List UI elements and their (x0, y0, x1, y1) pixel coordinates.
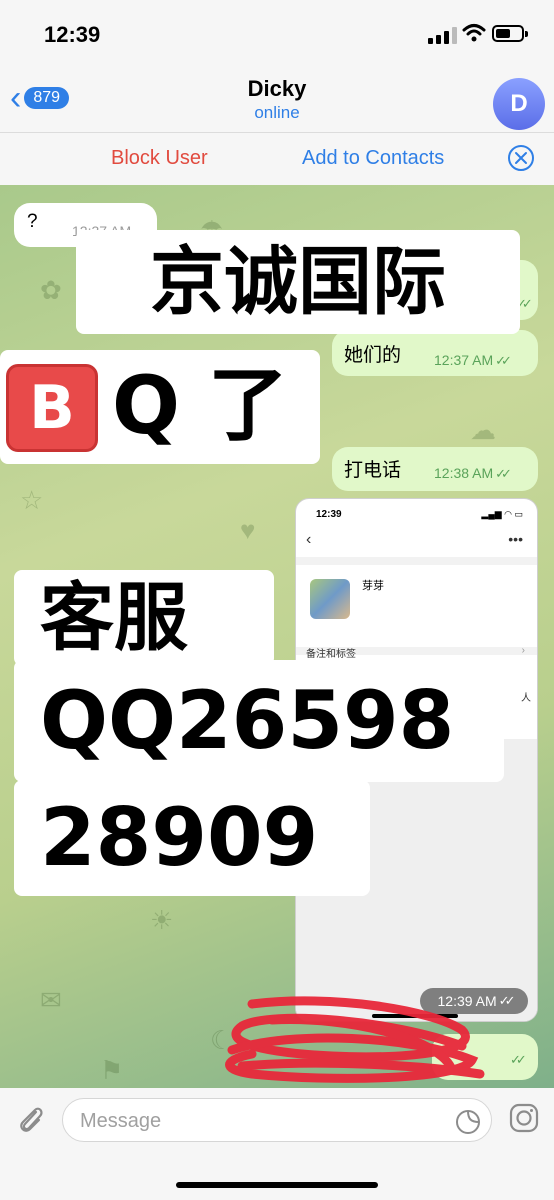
embedded-note-row: 备注和标签 (306, 649, 356, 660)
read-ticks-icon: ✓✓ (495, 353, 512, 368)
embedded-avatar (310, 579, 350, 619)
overlay-line4: QQ26598 (40, 674, 455, 767)
overlay-line2: Q 了 (112, 359, 288, 452)
contact-avatar[interactable]: D (493, 78, 545, 130)
block-user-button[interactable]: Block User (111, 147, 208, 170)
message-outgoing[interactable]: 她们的 12:37 AM ✓✓ (332, 330, 538, 376)
close-circle-icon[interactable] (507, 144, 535, 172)
overlay-line1: 京诚国际 (150, 239, 446, 325)
add-to-contacts-button[interactable]: Add to Contacts (302, 147, 444, 170)
embedded-more-icon: ••• (508, 531, 523, 547)
overlay-line5: 28909 (40, 791, 319, 884)
home-indicator (176, 1182, 378, 1188)
read-ticks-icon: ✓✓ (510, 1052, 527, 1067)
wifi-icon (462, 24, 486, 42)
chat-header: ‹ 879 Dicky online D (0, 70, 554, 132)
overlay-line3: 客服 (40, 575, 188, 661)
status-time: 12:39 (44, 22, 101, 47)
battery-icon (492, 25, 528, 42)
embedded-time: 12:39 (316, 509, 342, 520)
overlay-label: 客服 (14, 570, 274, 666)
embedded-chevron-icon: › (521, 645, 525, 656)
embedded-fragment: 人 (521, 693, 531, 704)
embedded-profile-card: 芽芽 (296, 557, 537, 655)
b-badge: B (6, 364, 98, 452)
message-text: ? (27, 211, 38, 232)
camera-icon[interactable] (508, 1102, 540, 1134)
embedded-back-icon: ‹ (306, 531, 312, 548)
message-time: 12:38 AM ✓✓ (434, 465, 512, 481)
message-placeholder: Message (80, 1110, 162, 1132)
read-ticks-icon: ✓✓ (498, 993, 516, 1008)
contact-action-bar: Block User Add to Contacts (0, 132, 554, 185)
message-text: 打电话 (344, 460, 402, 481)
overlay-label: 28909 (14, 780, 370, 896)
message-input[interactable]: Message (62, 1098, 492, 1142)
signal-icon (428, 26, 458, 44)
read-ticks-icon: ✓✓ (495, 466, 512, 481)
overlay-label: 京诚国际 (76, 230, 520, 334)
embedded-status-icons: ▂▄▆ ◠ ▭ (481, 509, 523, 519)
message-time: 12:37 AM ✓✓ (434, 352, 512, 368)
presence-status: online (254, 103, 300, 122)
status-bar: 12:39 (0, 0, 554, 70)
attach-icon[interactable] (14, 1102, 46, 1136)
embedded-name: 芽芽 (362, 580, 384, 592)
red-scribble-redaction (225, 996, 485, 1083)
message-text: 她们的 (344, 345, 402, 366)
contact-name[interactable]: Dicky (0, 76, 554, 102)
message-outgoing[interactable]: 打电话 12:38 AM ✓✓ (332, 447, 538, 491)
sticker-icon[interactable] (455, 1109, 481, 1135)
overlay-label: QQ26598 (14, 660, 504, 782)
